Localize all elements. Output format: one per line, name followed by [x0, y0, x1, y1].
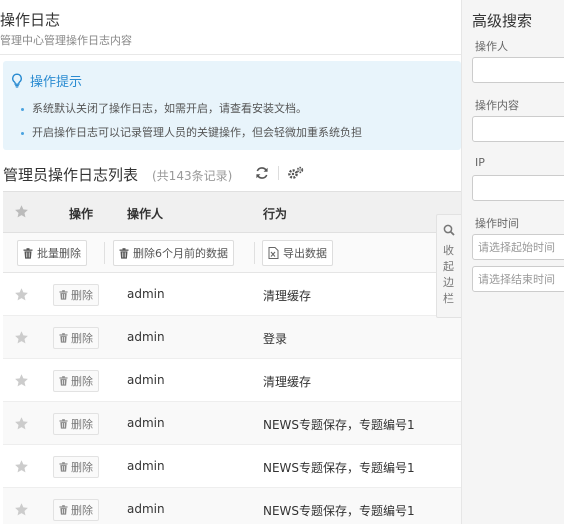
star-icon[interactable]: [14, 416, 29, 431]
tips-title: 操作提示: [30, 75, 83, 90]
page-subtitle: 管理中心管理操作日志内容: [0, 34, 132, 47]
operator-cell: admin: [127, 416, 165, 430]
operator-cell: admin: [127, 330, 165, 344]
content-label: 操作内容: [475, 99, 519, 112]
delete-button[interactable]: 删除: [53, 413, 99, 435]
table-toolbar: 批量删除 删除6个月前的数据 导出数据: [3, 233, 461, 273]
collapse-sidebar-label: 收起边栏: [443, 244, 454, 305]
start-time-input[interactable]: [472, 234, 564, 260]
star-icon[interactable]: [14, 373, 29, 388]
trash-icon: [59, 290, 68, 300]
delete-button[interactable]: 删除: [53, 284, 99, 306]
tip-item: 开启操作日志可以记录管理人员的关键操作，但会轻微加重系统负担: [21, 124, 362, 140]
table-row: 删除 admin NEWS专题保存，专题编号1: [3, 488, 461, 524]
ip-input[interactable]: [472, 175, 564, 201]
tips-header: 操作提示: [11, 71, 82, 90]
list-title: 管理员操作日志列表: [3, 166, 139, 184]
table-row: 删除 admin 清理缓存: [3, 273, 461, 316]
tips-panel: 操作提示 系统默认关闭了操作日志，如需开启，请查看安装文档。 开启操作日志可以记…: [3, 61, 461, 150]
refresh-icon[interactable]: [255, 166, 269, 180]
table-row: 删除 admin NEWS专题保存，专题编号1: [3, 402, 461, 445]
table-header: 操作 操作人 行为: [3, 191, 461, 233]
bulk-delete-button[interactable]: 批量删除: [17, 240, 87, 266]
tip-item: 系统默认关闭了操作日志，如需开启，请查看安装文档。: [21, 100, 307, 116]
action-cell: NEWS专题保存，专题编号1: [263, 461, 415, 475]
table-row: 删除 admin 清理缓存: [3, 359, 461, 402]
table-row: 删除 admin 登录: [3, 316, 461, 359]
content-input[interactable]: [472, 116, 564, 142]
delete-label: 删除: [71, 504, 93, 517]
toolbar-divider: [278, 166, 279, 180]
operator-cell: admin: [127, 373, 165, 387]
trash-icon: [59, 376, 68, 386]
star-icon[interactable]: [14, 204, 29, 219]
delete-label: 删除: [71, 375, 93, 388]
trash-icon: [59, 419, 68, 429]
delete-label: 删除: [71, 461, 93, 474]
main-content: 操作日志 管理中心管理操作日志内容 操作提示 系统默认关闭了操作日志，如需开启，…: [0, 0, 461, 524]
lightbulb-icon: [12, 73, 22, 88]
action-cell: 清理缓存: [263, 375, 312, 389]
toolbar-divider: [104, 242, 105, 264]
trash-icon: [23, 247, 33, 259]
end-time-input[interactable]: [472, 266, 564, 292]
delete-button[interactable]: 删除: [53, 327, 99, 349]
collapse-sidebar-button[interactable]: 收起边栏: [436, 214, 461, 318]
star-icon[interactable]: [14, 330, 29, 345]
trash-icon: [119, 247, 129, 259]
column-header-operator[interactable]: 操作人: [127, 205, 163, 222]
export-button[interactable]: 导出数据: [262, 240, 333, 266]
delete-old-data-label: 删除6个月前的数据: [133, 247, 228, 260]
delete-label: 删除: [71, 418, 93, 431]
delete-button[interactable]: 删除: [53, 370, 99, 392]
title-divider: [0, 54, 461, 55]
star-icon[interactable]: [14, 459, 29, 474]
delete-old-data-button[interactable]: 删除6个月前的数据: [113, 240, 234, 266]
trash-icon: [59, 333, 68, 343]
toolbar-divider: [254, 242, 255, 264]
column-header-action[interactable]: 行为: [263, 205, 287, 222]
advanced-search-panel: 高级搜索 操作人 操作内容 IP 操作时间: [461, 0, 564, 524]
tip-text: 系统默认关闭了操作日志，如需开启，请查看安装文档。: [32, 102, 307, 115]
record-count: (共143条记录): [152, 169, 233, 183]
trash-icon: [59, 505, 68, 515]
operator-input[interactable]: [472, 57, 564, 83]
ip-label: IP: [475, 156, 485, 169]
delete-label: 删除: [71, 332, 93, 345]
delete-label: 删除: [71, 289, 93, 302]
operator-cell: admin: [127, 287, 165, 301]
search-icon: [443, 224, 455, 236]
action-cell: 登录: [263, 332, 288, 346]
operator-cell: admin: [127, 459, 165, 473]
gears-icon[interactable]: [287, 166, 304, 180]
delete-button[interactable]: 删除: [53, 499, 99, 521]
action-cell: NEWS专题保存，专题编号1: [263, 504, 415, 518]
time-label: 操作时间: [475, 217, 519, 230]
operator-label: 操作人: [475, 40, 508, 53]
operator-cell: admin: [127, 502, 165, 516]
advanced-search-title: 高级搜索: [472, 12, 533, 30]
export-label: 导出数据: [283, 247, 327, 260]
excel-icon: [268, 247, 279, 259]
column-header-operate: 操作: [69, 207, 94, 221]
star-icon[interactable]: [14, 287, 29, 302]
page-title: 操作日志: [0, 11, 61, 29]
star-icon[interactable]: [14, 502, 29, 517]
action-cell: 清理缓存: [263, 289, 312, 303]
table-row: 删除 admin NEWS专题保存，专题编号1: [3, 445, 461, 488]
delete-button[interactable]: 删除: [53, 456, 99, 478]
bulk-delete-label: 批量删除: [37, 247, 81, 260]
tip-text: 开启操作日志可以记录管理人员的关键操作，但会轻微加重系统负担: [32, 126, 362, 139]
log-table-body: 删除 admin 清理缓存 删除 admin 登录 删除 admin 清理缓存: [3, 273, 461, 524]
trash-icon: [59, 462, 68, 472]
action-cell: NEWS专题保存，专题编号1: [263, 418, 415, 432]
